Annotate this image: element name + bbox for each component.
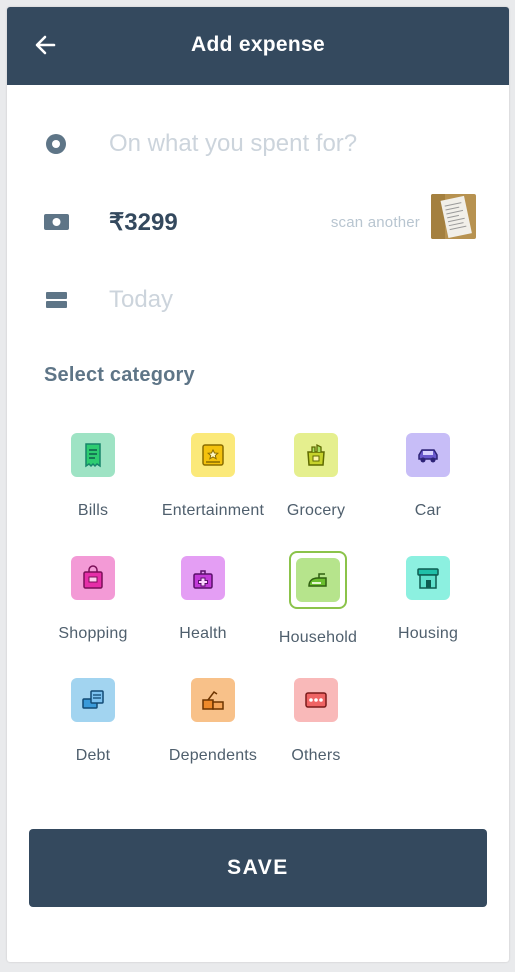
- household-iron-icon: [296, 558, 340, 602]
- shopping-bag-icon: [71, 556, 115, 600]
- category-label: Debt: [75, 747, 111, 764]
- category-car[interactable]: Car: [372, 433, 484, 520]
- category-others[interactable]: Others: [260, 678, 372, 765]
- category-label: Shopping: [58, 625, 128, 642]
- grocery-bag-icon: [294, 433, 338, 477]
- receipt-thumbnail[interactable]: [431, 194, 476, 239]
- calendar-icon: [46, 292, 67, 308]
- select-category-heading: Select category: [44, 364, 195, 386]
- date-input[interactable]: Today: [109, 286, 173, 314]
- category-bills[interactable]: Bills: [37, 433, 149, 520]
- category-label: Dependents: [168, 747, 258, 764]
- category-label: Entertainment: [161, 502, 265, 519]
- bill-icon: [71, 433, 115, 477]
- target-dot-icon: [46, 134, 66, 154]
- category-shopping[interactable]: Shopping: [37, 556, 149, 643]
- page-title: Add expense: [190, 33, 325, 56]
- scan-another-link[interactable]: scan another: [331, 214, 420, 231]
- category-label: Grocery: [286, 502, 346, 519]
- others-icon: [294, 678, 338, 722]
- category-label: Housing: [397, 625, 459, 642]
- selected-indicator: [289, 551, 347, 609]
- category-grocery[interactable]: Grocery: [260, 433, 372, 520]
- date-row[interactable]: Today: [7, 275, 509, 325]
- car-icon: [406, 433, 450, 477]
- amount-row[interactable]: ₹3299 scan another: [7, 194, 509, 247]
- category-household[interactable]: Household: [262, 551, 374, 647]
- cash-icon: [44, 214, 69, 230]
- category-label: Health: [179, 625, 227, 642]
- add-expense-screen: Add expense On what you spent for? ₹3299…: [7, 7, 509, 962]
- house-icon: [406, 556, 450, 600]
- category-dependents[interactable]: Dependents: [157, 678, 269, 765]
- amount-input[interactable]: ₹3299: [109, 208, 178, 237]
- category-label: Bills: [77, 502, 109, 519]
- app-header: Add expense: [7, 7, 509, 85]
- save-button[interactable]: SAVE: [29, 829, 487, 907]
- debt-icon: [71, 678, 115, 722]
- category-debt[interactable]: Debt: [37, 678, 149, 765]
- category-housing[interactable]: Housing: [372, 556, 484, 643]
- description-input[interactable]: On what you spent for?: [109, 130, 357, 158]
- description-row[interactable]: On what you spent for?: [7, 119, 509, 169]
- entertainment-icon: [191, 433, 235, 477]
- dependents-icon: [191, 678, 235, 722]
- category-entertainment[interactable]: Entertainment: [157, 433, 269, 520]
- medical-kit-icon: [181, 556, 225, 600]
- category-label: Car: [414, 502, 442, 519]
- category-health[interactable]: Health: [147, 556, 259, 643]
- category-label: Others: [291, 747, 341, 764]
- category-label: Household: [278, 629, 358, 646]
